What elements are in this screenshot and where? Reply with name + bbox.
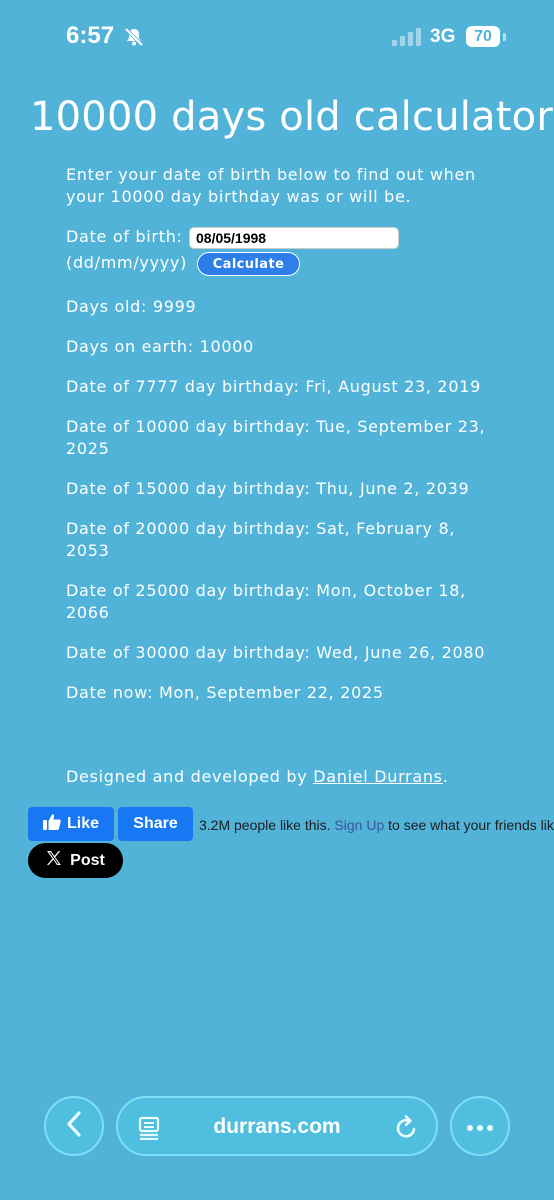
signup-suffix: to see what your friends like. xyxy=(388,817,554,833)
battery-icon: 70 xyxy=(466,26,500,47)
result-line: Date of 15000 day birthday: Thu, June 2,… xyxy=(66,479,470,498)
x-post-button[interactable]: Post xyxy=(28,843,123,878)
results-list: Days old: 9999 Days on earth: 10000 Date o… xyxy=(66,296,486,722)
result-line: Date now: Mon, September 22, 2025 xyxy=(66,683,384,702)
result-line: Date of 25000 day birthday: Mon, October… xyxy=(66,581,466,622)
signup-link[interactable]: Sign Up xyxy=(334,817,384,833)
x-logo-icon xyxy=(46,850,62,871)
bell-muted-icon xyxy=(124,27,144,51)
like-count-text: 3.2M people like this. xyxy=(199,817,331,833)
calculator-content: Enter your date of birth below to find o… xyxy=(66,164,506,702)
intro-text: Enter your date of birth below to find o… xyxy=(66,165,476,206)
credit-suffix: . xyxy=(442,767,449,786)
thumbs-up-icon xyxy=(42,813,61,835)
address-bar[interactable]: durrans.com xyxy=(116,1096,438,1156)
post-label: Post xyxy=(70,851,105,869)
result-line: Days old: 9999 xyxy=(66,297,197,316)
credit-line: Designed and developed by Daniel Durrans… xyxy=(66,767,449,786)
share-label: Share xyxy=(133,815,178,832)
result-line: Date of 10000 day birthday: Tue, Septemb… xyxy=(66,417,486,458)
ellipsis-icon xyxy=(466,1117,494,1136)
back-button[interactable] xyxy=(44,1096,104,1156)
facebook-share-button[interactable]: Share xyxy=(118,807,193,841)
like-label: Like xyxy=(66,815,99,832)
dob-label: Date of birth: xyxy=(66,227,183,246)
result-line: Date of 20000 day birthday: Sat, Februar… xyxy=(66,519,456,560)
battery-nub xyxy=(503,33,506,41)
more-button[interactable] xyxy=(450,1096,510,1156)
url-text: durrans.com xyxy=(213,1115,341,1138)
facebook-like-count: 3.2M people like this. Sign Up to see wh… xyxy=(199,817,554,833)
result-line: Date of 7777 day birthday: Fri, August 2… xyxy=(66,377,481,396)
chevron-left-icon xyxy=(65,1111,83,1141)
result-line: Date of 30000 day birthday: Wed, June 26… xyxy=(66,643,486,662)
author-link[interactable]: Daniel Durrans xyxy=(313,767,443,786)
page-title: 10000 days old calculator xyxy=(30,94,553,140)
cell-signal-icon xyxy=(392,28,422,50)
status-bar: 6:57 3G 70 xyxy=(0,0,554,74)
dob-input[interactable] xyxy=(189,227,399,249)
calculate-button[interactable]: Calculate xyxy=(197,252,300,276)
facebook-like-button[interactable]: Like xyxy=(28,807,114,841)
network-type: 3G xyxy=(430,26,456,47)
reload-icon[interactable] xyxy=(394,1115,418,1145)
status-time: 6:57 xyxy=(66,22,115,49)
credit-prefix: Designed and developed by xyxy=(66,767,314,786)
result-line: Days on earth: 10000 xyxy=(66,337,255,356)
dob-format-hint: (dd/mm/yyyy) xyxy=(66,253,188,272)
